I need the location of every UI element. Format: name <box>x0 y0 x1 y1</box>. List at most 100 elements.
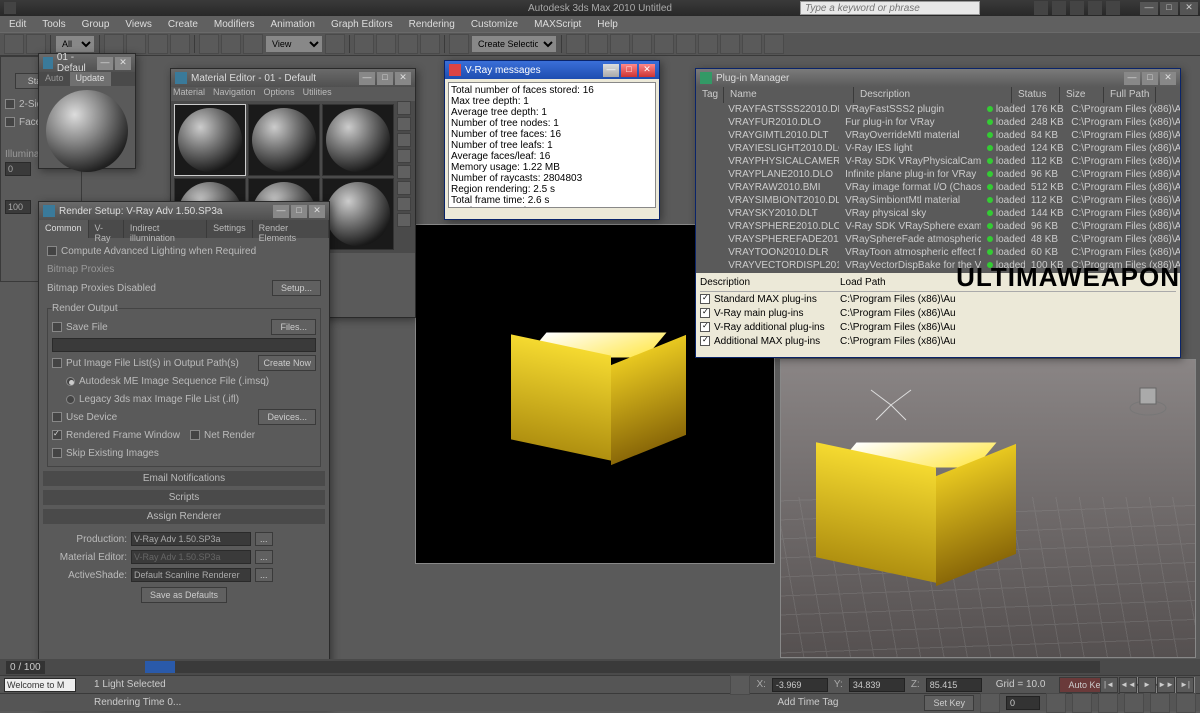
time-ruler[interactable] <box>145 661 1100 673</box>
plugin-row[interactable]: VRAYFASTSSS22010.DLTVRayFastSSS2 pluginl… <box>696 103 1180 116</box>
next-frame-icon[interactable]: ►► <box>1157 677 1175 693</box>
files-button[interactable]: Files... <box>271 319 316 335</box>
save-defaults-button[interactable]: Save as Defaults <box>141 587 227 603</box>
tab-common[interactable]: Common <box>39 220 89 238</box>
goto-end-icon[interactable]: ►| <box>1176 677 1194 693</box>
teapot-icon[interactable] <box>764 34 784 54</box>
minimize-button[interactable]: — <box>1140 2 1158 15</box>
tab-elements[interactable]: Render Elements <box>253 220 329 238</box>
select-by-mat-icon[interactable] <box>397 213 411 227</box>
percent-snap-icon[interactable] <box>398 34 418 54</box>
material-slot[interactable] <box>174 104 246 176</box>
star-icon[interactable] <box>1070 1 1084 15</box>
zoom-icon[interactable] <box>1098 693 1118 713</box>
tab-vray[interactable]: V-Ray <box>89 220 124 238</box>
mirror-icon[interactable] <box>566 34 586 54</box>
tab-auto[interactable]: Auto <box>39 72 70 86</box>
col-status[interactable]: Status <box>1012 87 1060 103</box>
me-menu-material[interactable]: Material <box>173 87 205 101</box>
bitmap-setup-button[interactable]: Setup... <box>272 280 321 296</box>
material-slot[interactable] <box>248 104 320 176</box>
plugin-path-row[interactable]: Standard MAX plug-insC:\Program Files (x… <box>700 292 1176 306</box>
add-time-tag[interactable]: Add Time Tag <box>778 697 839 708</box>
tab-settings[interactable]: Settings <box>207 220 253 238</box>
plugin-row[interactable]: VRAYSPHEREFADE2010...VRaySphereFade atmo… <box>696 233 1180 246</box>
prev-frame-icon[interactable]: ◄◄ <box>1119 677 1137 693</box>
activeshade-pick-button[interactable]: ... <box>255 568 273 582</box>
named-sel-drop[interactable]: Create Selection Se <box>471 35 557 53</box>
plugin-row[interactable]: VRAYSKY2010.DLTVRay physical skyloaded14… <box>696 207 1180 220</box>
illum-val0[interactable] <box>5 162 31 176</box>
menu-tools[interactable]: Tools <box>35 19 72 30</box>
col-name[interactable]: Name <box>724 87 854 103</box>
orbit-icon[interactable] <box>1150 693 1170 713</box>
sample-type-icon[interactable] <box>397 101 411 115</box>
select-region-icon[interactable] <box>148 34 168 54</box>
material-slot[interactable] <box>322 104 394 176</box>
plugin-row[interactable]: VRAYGIMTL2010.DLTVRayOverrideMtl materia… <box>696 129 1180 142</box>
use-device-check[interactable] <box>52 412 62 422</box>
move-icon[interactable] <box>199 34 219 54</box>
select-name-icon[interactable] <box>126 34 146 54</box>
menu-rendering[interactable]: Rendering <box>402 19 462 30</box>
output-path-input[interactable] <box>52 338 316 352</box>
zoom-ext-icon[interactable] <box>1072 693 1092 713</box>
save-file-check[interactable] <box>52 322 62 332</box>
background-icon[interactable] <box>397 133 411 147</box>
info-icon[interactable] <box>1052 1 1066 15</box>
vray-min-button[interactable]: — <box>603 64 619 77</box>
put-image-check[interactable] <box>52 358 62 368</box>
rs-min-button[interactable]: — <box>273 205 289 218</box>
col-path[interactable]: Full Path <box>1104 87 1156 103</box>
setkey-button[interactable]: Set Key <box>924 695 974 711</box>
selection-filter-drop[interactable]: All <box>55 35 95 53</box>
faceted-check[interactable] <box>5 117 15 127</box>
col-size[interactable]: Size <box>1060 87 1104 103</box>
compute-adv-check[interactable] <box>47 246 57 256</box>
menu-animation[interactable]: Animation <box>263 19 321 30</box>
align-icon[interactable] <box>588 34 608 54</box>
bcol-path[interactable]: Load Path <box>840 277 886 291</box>
select-icon[interactable] <box>104 34 124 54</box>
plugin-row[interactable]: VRAYTOON2010.DLRVRayToon atmospheric eff… <box>696 246 1180 259</box>
col-desc[interactable]: Description <box>854 87 1012 103</box>
menu-help[interactable]: Help <box>590 19 625 30</box>
pan-icon[interactable] <box>1124 693 1144 713</box>
vray-max-button[interactable]: □ <box>621 64 637 77</box>
plugin-path-row[interactable]: V-Ray main plug-insC:\Program Files (x86… <box>700 306 1176 320</box>
layers-icon[interactable] <box>610 34 630 54</box>
create-now-button[interactable]: Create Now <box>258 355 316 371</box>
viewcube-gizmo[interactable] <box>1123 370 1173 420</box>
email-rollup[interactable]: Email Notifications <box>43 471 325 486</box>
lock-icon[interactable] <box>730 675 750 695</box>
current-frame-input[interactable] <box>1006 696 1040 710</box>
production-pick-button[interactable]: ... <box>255 532 273 546</box>
me-menu-navigation[interactable]: Navigation <box>213 87 256 101</box>
rotate-icon[interactable] <box>221 34 241 54</box>
help-icon[interactable] <box>1034 1 1048 15</box>
named-sel-icon[interactable] <box>449 34 469 54</box>
render-prod-icon[interactable] <box>742 34 762 54</box>
me-menu-utilities[interactable]: Utilities <box>303 87 332 101</box>
comm-icon[interactable] <box>1088 1 1102 15</box>
rs-close-button[interactable]: ✕ <box>309 205 325 218</box>
sample-uv-icon[interactable] <box>397 149 411 163</box>
rendered-frame-icon[interactable] <box>720 34 740 54</box>
menu-modifiers[interactable]: Modifiers <box>207 19 262 30</box>
video-check-icon[interactable] <box>397 165 411 179</box>
plugin-row[interactable]: VRAYSPHERE2010.DLOV-Ray SDK VRaySphere e… <box>696 220 1180 233</box>
plugin-row[interactable]: VRAYIESLIGHT2010.DLOV-Ray IES lightloade… <box>696 142 1180 155</box>
key-filters-icon[interactable] <box>980 693 1000 713</box>
pm-close-button[interactable]: ✕ <box>1160 72 1176 85</box>
activeshade-renderer[interactable] <box>131 568 251 582</box>
mat-close-button[interactable]: ✕ <box>115 57 131 70</box>
mateditor-pick-button[interactable]: ... <box>255 550 273 564</box>
me-menu-options[interactable]: Options <box>264 87 295 101</box>
scale-icon[interactable] <box>243 34 263 54</box>
net-render-check[interactable] <box>190 430 200 440</box>
legacy-radio[interactable] <box>66 395 75 404</box>
vray-close-button[interactable]: ✕ <box>639 64 655 77</box>
material-slot[interactable] <box>322 178 394 250</box>
path-check[interactable] <box>700 308 710 318</box>
schematic-icon[interactable] <box>654 34 674 54</box>
